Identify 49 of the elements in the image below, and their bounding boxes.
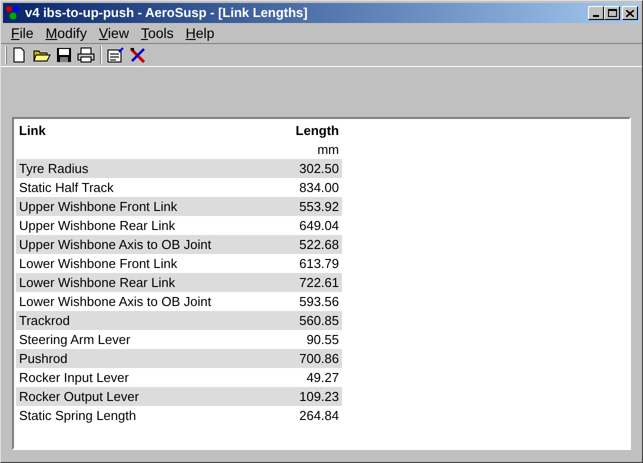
table-cell-text: Pushrod [19,350,68,368]
table-cell-text: Lower Wishbone Axis to OB Joint [19,292,212,311]
table-cell-text: Rocker Input Lever [19,368,130,387]
table-cell-text: Static Half Track [19,178,115,197]
properties-icon[interactable] [107,47,125,63]
minimize-icon [593,15,599,17]
table-cell-text: Upper Wishbone Rear Link [19,216,176,235]
maximize-icon [608,9,616,17]
table-cell-text: Upper Wishbone Axis to OB Joint [19,236,212,254]
table-cell-text: Upper Wishbone Front Link [19,198,178,216]
table-cell-text: 613.79 [299,254,339,273]
menu-item[interactable]: View [92,23,135,44]
maximize-button[interactable] [604,6,620,20]
table-cell-text: 834.00 [299,178,339,197]
table-cell-text: Trackrod [19,312,71,330]
close-button[interactable] [622,6,638,20]
table-cell-text: Static Spring Length [19,406,138,425]
table-cell-text: 522.68 [299,236,339,254]
menu-item[interactable]: File [5,23,40,44]
print-icon[interactable] [77,47,95,63]
table-cell-text: 553.92 [299,198,339,216]
table-cell-text: 90.55 [306,330,339,349]
tools-icon[interactable] [129,47,146,63]
minimize-button[interactable] [588,6,604,20]
column-header: Length [296,122,339,140]
table-cell-text: Lower Wishbone Front Link [19,254,178,273]
new-document-icon[interactable] [11,47,27,63]
table-cell-text: 302.50 [299,160,339,178]
menu-item[interactable]: Modify [40,23,93,44]
save-icon[interactable] [56,47,72,63]
app-icon [5,5,21,21]
table-cell-text: 649.04 [299,216,339,235]
window-title: v4 ibs-to-up-push - AeroSusp - [Link Lengths] [25,4,308,22]
unit-label: mm [317,140,339,159]
table-cell-text: 560.85 [299,312,339,330]
table-cell-text: 700.86 [299,350,339,368]
table-cell-text: 264.84 [299,406,339,425]
close-icon [626,10,634,16]
column-header: Link [19,122,47,140]
table-cell-text: 109.23 [299,388,339,406]
menu-item[interactable]: Help [180,23,220,44]
menu-item[interactable]: Tools [134,23,180,44]
table-cell-text: Lower Wishbone Rear Link [19,274,176,292]
table-cell-text: Rocker Output Lever [19,388,140,406]
table-cell-text: Steering Arm Lever [19,330,132,349]
table-cell-text: 49.27 [306,368,339,387]
table-cell-text: Tyre Radius [19,160,90,178]
table-cell-text: 722.61 [299,274,339,292]
table-cell-text: 593.56 [299,292,339,311]
